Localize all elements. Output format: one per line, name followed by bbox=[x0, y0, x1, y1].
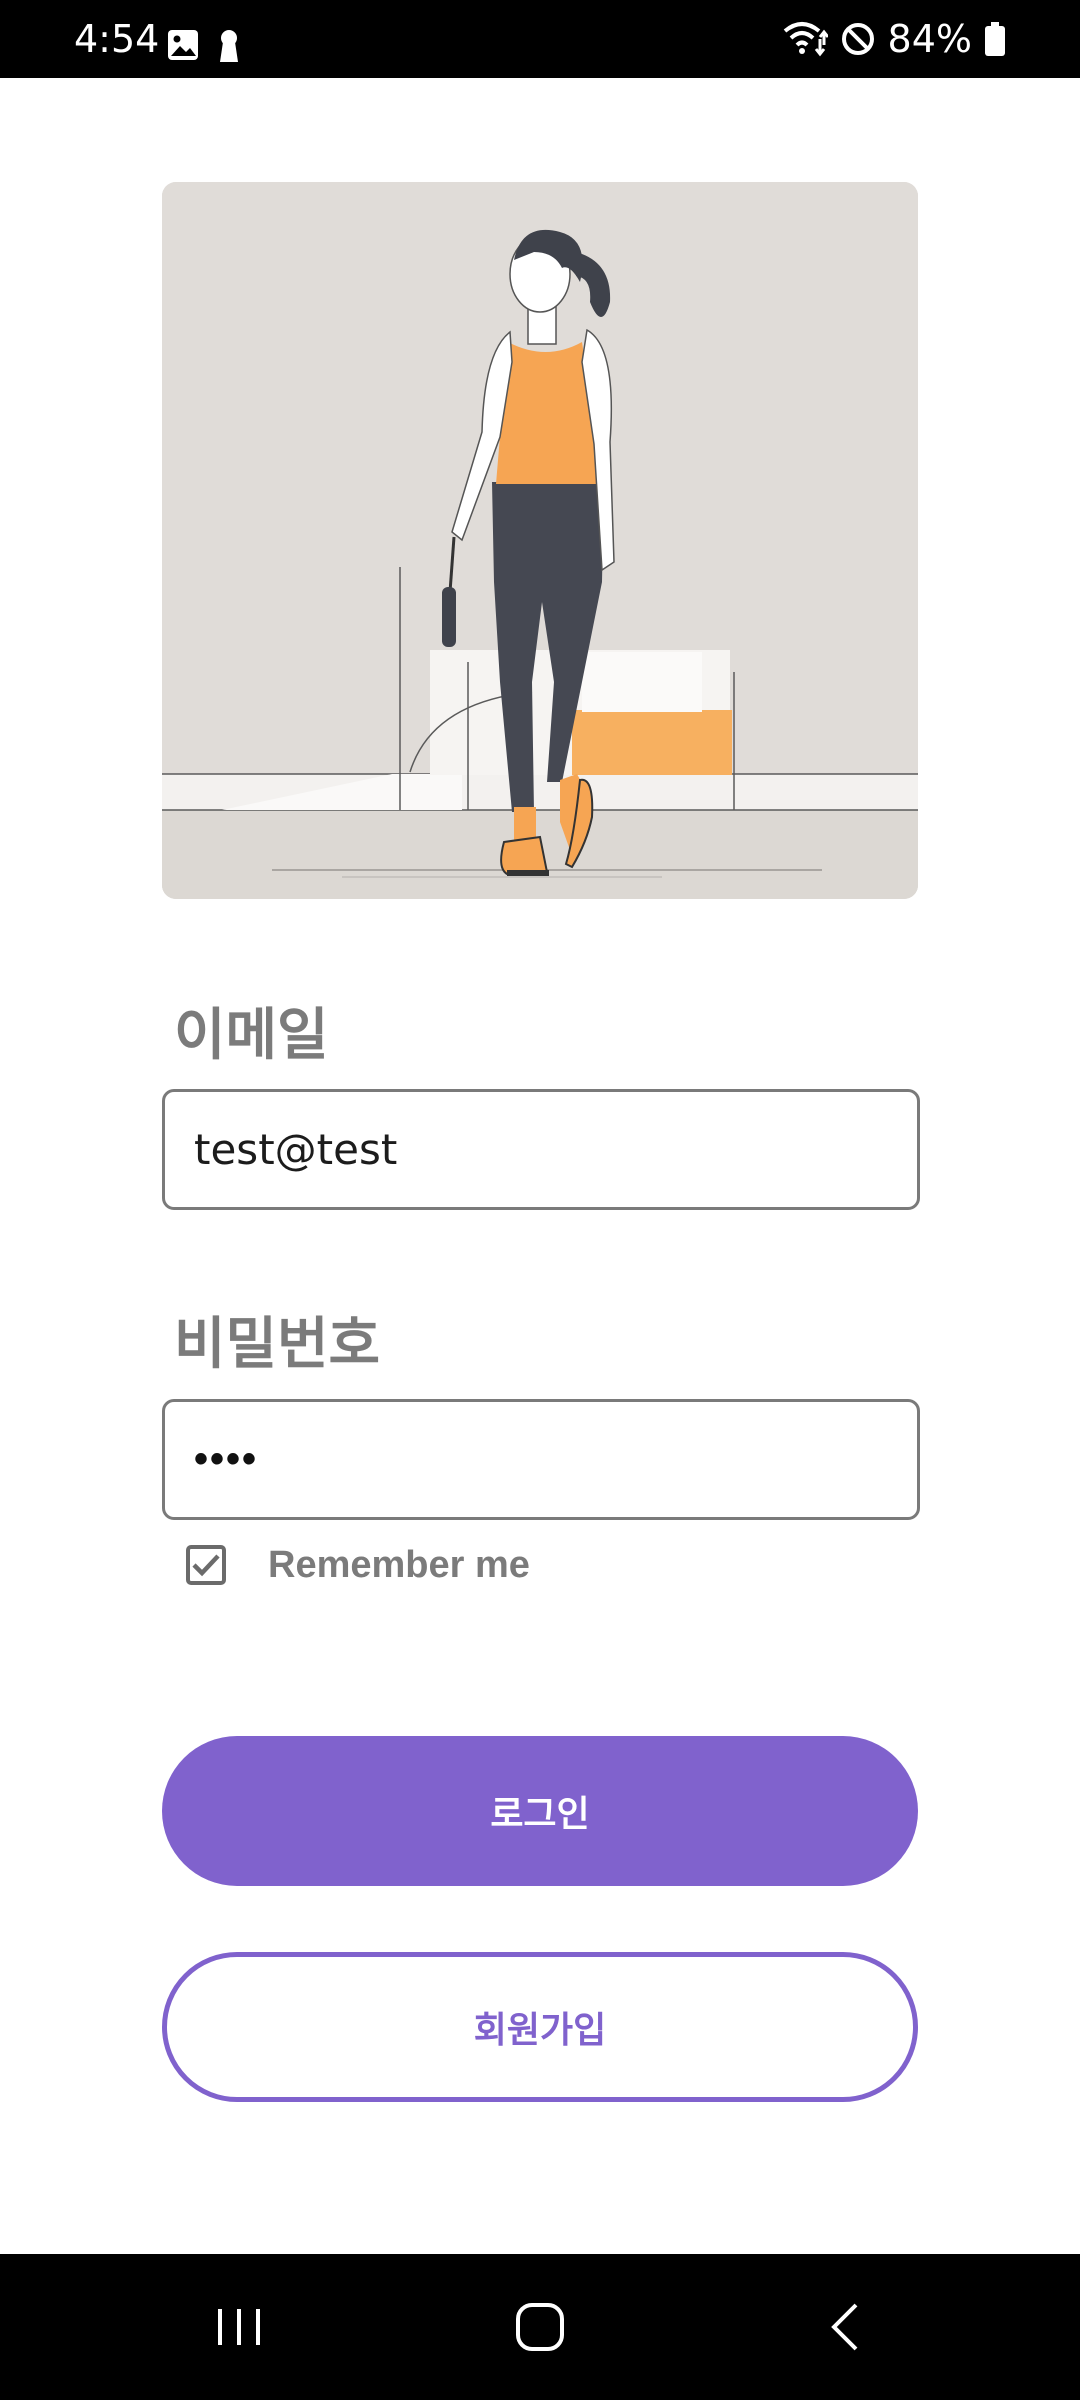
walking-woman-illustration bbox=[162, 182, 918, 899]
battery-percentage: 84% bbox=[887, 17, 972, 61]
login-button-label: 로그인 bbox=[490, 1794, 590, 1835]
remember-me-checkbox[interactable] bbox=[186, 1545, 226, 1585]
keyhole-icon bbox=[220, 30, 238, 62]
email-field[interactable]: test@test bbox=[162, 1089, 920, 1210]
signup-button[interactable]: 회원가입 bbox=[162, 1952, 918, 2102]
do-not-disturb-icon bbox=[841, 23, 874, 55]
password-field[interactable]: •••• bbox=[162, 1399, 920, 1520]
status-time: 4:54 bbox=[74, 17, 160, 61]
home-icon[interactable] bbox=[510, 2297, 570, 2357]
remember-me-row[interactable]: Remember me bbox=[186, 1540, 530, 1590]
navigation-bar bbox=[0, 2254, 1080, 2400]
signup-button-label: 회원가입 bbox=[473, 2010, 607, 2051]
login-button[interactable]: 로그인 bbox=[162, 1736, 918, 1886]
wifi-icon bbox=[783, 22, 828, 57]
status-right: 84% bbox=[782, 18, 1006, 60]
recents-icon[interactable] bbox=[214, 2297, 264, 2357]
battery-icon bbox=[985, 22, 1005, 56]
email-label: 이메일 bbox=[174, 1003, 329, 1068]
password-label: 비밀번호 bbox=[174, 1312, 381, 1377]
remember-me-label: Remember me bbox=[268, 1543, 530, 1586]
back-icon[interactable] bbox=[822, 2297, 866, 2357]
email-value: test@test bbox=[194, 1125, 398, 1174]
image-icon bbox=[168, 30, 198, 60]
checkmark-icon bbox=[192, 1554, 220, 1577]
password-masked-value: •••• bbox=[194, 1437, 259, 1481]
status-bar: 4:54 84% bbox=[0, 0, 1080, 78]
